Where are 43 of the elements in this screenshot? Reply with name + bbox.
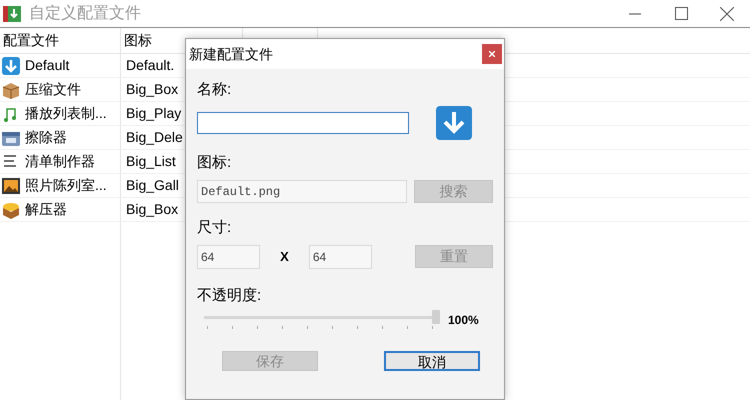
table-cell[interactable]: 照片陈列室...: [0, 174, 121, 197]
slider-thumb[interactable]: [432, 310, 440, 324]
profile-name: Default: [25, 56, 70, 75]
table-cell[interactable]: Default: [0, 54, 121, 77]
icon-file-field[interactable]: Default.png: [197, 180, 407, 203]
table-cell[interactable]: 擦除器: [0, 126, 121, 149]
field-label: 名称:: [197, 80, 232, 100]
photo-icon: [1, 176, 21, 196]
name-field[interactable]: [197, 112, 409, 134]
window-title: 自定义配置文件: [29, 4, 141, 24]
table-cell[interactable]: 清单制作器: [0, 150, 121, 173]
table-cell-text: Big_Box: [125, 80, 180, 99]
maximize-icon: [674, 7, 688, 20]
field-label: 图标:: [197, 152, 232, 172]
width-field[interactable]: 64: [197, 244, 260, 268]
opacity-slider[interactable]: [204, 309, 440, 331]
table-cell-text: Big_Box: [125, 200, 180, 219]
minimize-icon: [629, 12, 641, 14]
field-label: 不透明度:: [197, 286, 262, 306]
table-cell-text: Big_Dele: [125, 128, 184, 147]
table-cell-text: Default.: [125, 56, 176, 75]
app-icon: [3, 4, 21, 22]
height-field[interactable]: 64: [308, 244, 372, 268]
cancel-button[interactable]: 取消: [384, 351, 480, 371]
table-cell[interactable]: 压缩文件: [0, 78, 121, 101]
profile-name: 擦除器: [25, 128, 67, 147]
times-sign: X: [279, 248, 290, 266]
table-cell-text: Big_List: [125, 152, 177, 171]
table-cell[interactable]: 播放列表制...: [0, 102, 121, 125]
close-icon: [489, 51, 495, 57]
profile-name: 播放列表制...: [25, 104, 107, 123]
close-icon: [720, 6, 734, 20]
close-button[interactable]: [482, 44, 502, 64]
profile-name: 解压器: [25, 200, 67, 219]
table-cell[interactable]: 解压器: [0, 198, 121, 221]
table-cell-text: Big_Play: [125, 104, 182, 123]
profile-name: 压缩文件: [25, 80, 81, 99]
profile-name: 照片陈列室...: [25, 176, 107, 195]
profile-name: 清单制作器: [25, 152, 95, 171]
field-label: 尺寸:: [197, 218, 232, 238]
opacity-reading: 100%: [448, 312, 479, 329]
column-header[interactable]: 配置文件: [0, 28, 121, 53]
table-cell-text: Big_Gall: [125, 176, 180, 195]
